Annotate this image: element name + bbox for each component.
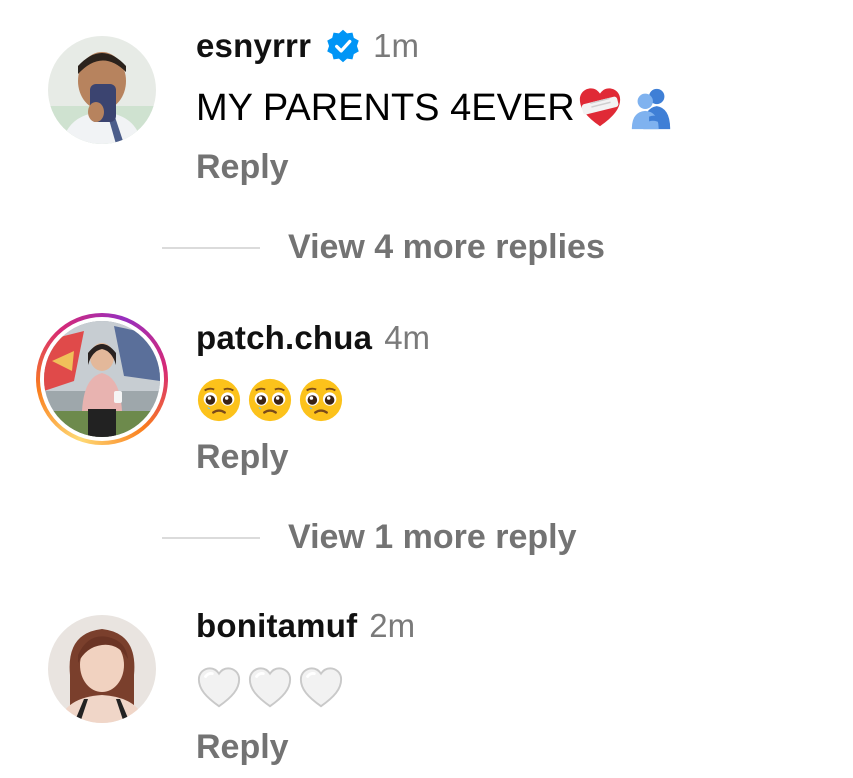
avatar[interactable]: [48, 615, 156, 723]
view-more-replies-label[interactable]: View 4 more replies: [288, 228, 605, 267]
pleading-face-icon: [197, 378, 241, 422]
comment-text: [196, 664, 349, 712]
people-hugging-icon: [631, 88, 670, 130]
timestamp: 1m: [373, 27, 419, 64]
pleading-face-icon: [248, 378, 292, 422]
username[interactable]: esnyrrr: [196, 27, 311, 65]
replies-divider: [162, 246, 260, 249]
comment-body: MY PARENTS 4EVER: [196, 86, 575, 129]
avatar[interactable]: [48, 36, 156, 144]
avatar: [44, 321, 160, 437]
replies-divider: [162, 536, 260, 539]
reply-button[interactable]: Reply: [196, 438, 289, 477]
view-more-replies-button[interactable]: View 1 more reply: [162, 518, 577, 557]
comment-text: [196, 376, 349, 424]
comment-header: patch.chua 4m: [196, 318, 430, 358]
white-heart-icon: [299, 667, 343, 708]
timestamp: 4m: [384, 319, 431, 356]
reply-button[interactable]: Reply: [196, 728, 289, 767]
verified-badge-icon: [327, 29, 359, 63]
white-heart-icon: [197, 667, 241, 708]
timestamp: 2m: [369, 607, 416, 644]
comment-header: esnyrrr 1m: [196, 26, 419, 66]
avatar-story-ring[interactable]: [36, 313, 168, 445]
comment-text: MY PARENTS 4EVER: [196, 84, 679, 132]
username[interactable]: patch.chua: [196, 319, 372, 357]
comment-header: bonitamuf 2m: [196, 606, 415, 646]
reply-button[interactable]: Reply: [196, 148, 289, 187]
white-heart-icon: [248, 667, 292, 708]
username[interactable]: bonitamuf: [196, 607, 357, 645]
pleading-face-icon: [299, 378, 343, 422]
view-more-replies-button[interactable]: View 4 more replies: [162, 228, 605, 267]
view-more-replies-label[interactable]: View 1 more reply: [288, 518, 577, 557]
mending-heart-icon: [579, 88, 620, 127]
